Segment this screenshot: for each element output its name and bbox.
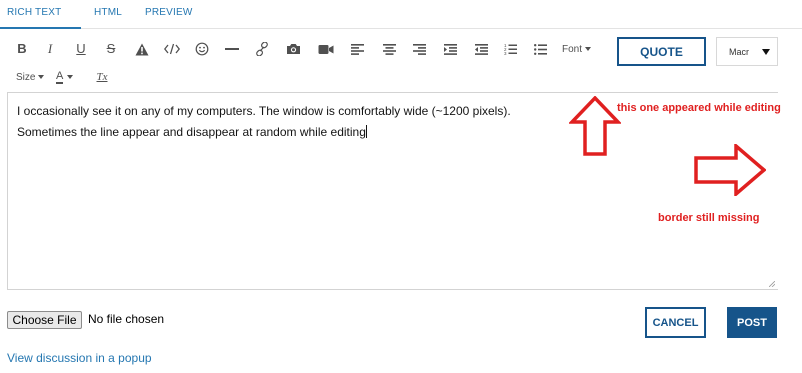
- align-right-icon: [412, 43, 426, 55]
- spoiler-button[interactable]: [132, 39, 152, 59]
- bullet-list-button[interactable]: [530, 39, 550, 59]
- annotation-right: border still missing: [658, 212, 760, 224]
- choose-file-button[interactable]: Choose File: [7, 311, 82, 329]
- video-button[interactable]: [316, 39, 336, 59]
- chevron-down-icon: [762, 49, 770, 55]
- video-icon: [318, 44, 334, 54]
- underline-icon: U: [76, 41, 86, 56]
- image-button[interactable]: [283, 39, 303, 59]
- view-discussion-popup-link[interactable]: View discussion in a popup: [7, 351, 152, 365]
- resize-grip-icon[interactable]: [769, 281, 775, 287]
- bold-button[interactable]: B: [12, 39, 32, 59]
- camera-icon: [286, 44, 300, 54]
- chevron-down-icon: [585, 47, 592, 51]
- file-status: No file chosen: [88, 312, 165, 326]
- spoiler-warning-icon: [135, 43, 149, 55]
- font-dropdown[interactable]: Font: [562, 39, 592, 59]
- annotation-top: this one appeared while editing: [617, 102, 781, 114]
- macro-dropdown-label: Macr: [729, 46, 749, 57]
- link-button[interactable]: [252, 39, 272, 59]
- chevron-down-icon: [67, 75, 74, 79]
- align-center-button[interactable]: [379, 39, 399, 59]
- text-color-icon: A: [56, 70, 64, 84]
- active-tab-indicator: [0, 27, 81, 29]
- tab-rich-text[interactable]: RICH TEXT: [7, 7, 61, 18]
- strikethrough-icon: S: [106, 41, 116, 56]
- italic-button[interactable]: I: [40, 39, 60, 59]
- svg-text:3: 3: [504, 51, 507, 55]
- bullet-list-icon: [533, 43, 547, 55]
- italic-icon: I: [47, 41, 53, 56]
- quote-button[interactable]: QUOTE: [617, 37, 706, 66]
- code-icon: [164, 43, 180, 55]
- underline-button[interactable]: U: [71, 39, 91, 59]
- outdent-icon: [474, 43, 488, 55]
- align-center-icon: [382, 43, 396, 55]
- cancel-button[interactable]: CANCEL: [645, 307, 706, 338]
- numbered-list-button[interactable]: 123: [500, 39, 520, 59]
- right-arrow-annotation-icon: [694, 144, 766, 196]
- tab-preview[interactable]: PREVIEW: [145, 7, 193, 18]
- outdent-button[interactable]: [471, 39, 491, 59]
- clear-format-button[interactable]: Tx: [92, 67, 112, 87]
- horizontal-rule-icon: [225, 48, 239, 50]
- up-arrow-annotation-icon: [569, 96, 621, 156]
- strikethrough-button[interactable]: S: [101, 39, 121, 59]
- tabs-divider: [81, 28, 802, 29]
- horizontal-rule-button[interactable]: [222, 39, 242, 59]
- indent-button[interactable]: [440, 39, 460, 59]
- align-left-icon: [350, 43, 364, 55]
- align-right-button[interactable]: [409, 39, 429, 59]
- editor-tabs: RICH TEXT HTML PREVIEW: [0, 0, 802, 29]
- macro-dropdown[interactable]: Macr: [716, 37, 778, 66]
- align-left-button[interactable]: [347, 39, 367, 59]
- smiley-icon: [195, 42, 209, 56]
- text-color-button[interactable]: A: [56, 67, 84, 87]
- post-button[interactable]: POST: [727, 307, 777, 338]
- size-dropdown[interactable]: Size: [16, 67, 45, 87]
- size-dropdown-label: Size: [16, 71, 36, 83]
- bold-icon: B: [17, 41, 27, 56]
- clear-format-icon: Tx: [96, 71, 108, 83]
- message-editor[interactable]: I occasionally see it on any of my compu…: [7, 92, 778, 290]
- tab-html[interactable]: HTML: [94, 7, 122, 18]
- font-dropdown-label: Font: [562, 43, 583, 55]
- editor-line: Sometimes the line appear and disappear …: [17, 125, 367, 139]
- numbered-list-icon: 123: [504, 43, 517, 55]
- indent-icon: [443, 43, 457, 55]
- chevron-down-icon: [38, 75, 45, 79]
- code-button[interactable]: [162, 39, 182, 59]
- link-icon: [256, 42, 268, 56]
- smiley-button[interactable]: [192, 39, 212, 59]
- text-cursor: [365, 125, 367, 138]
